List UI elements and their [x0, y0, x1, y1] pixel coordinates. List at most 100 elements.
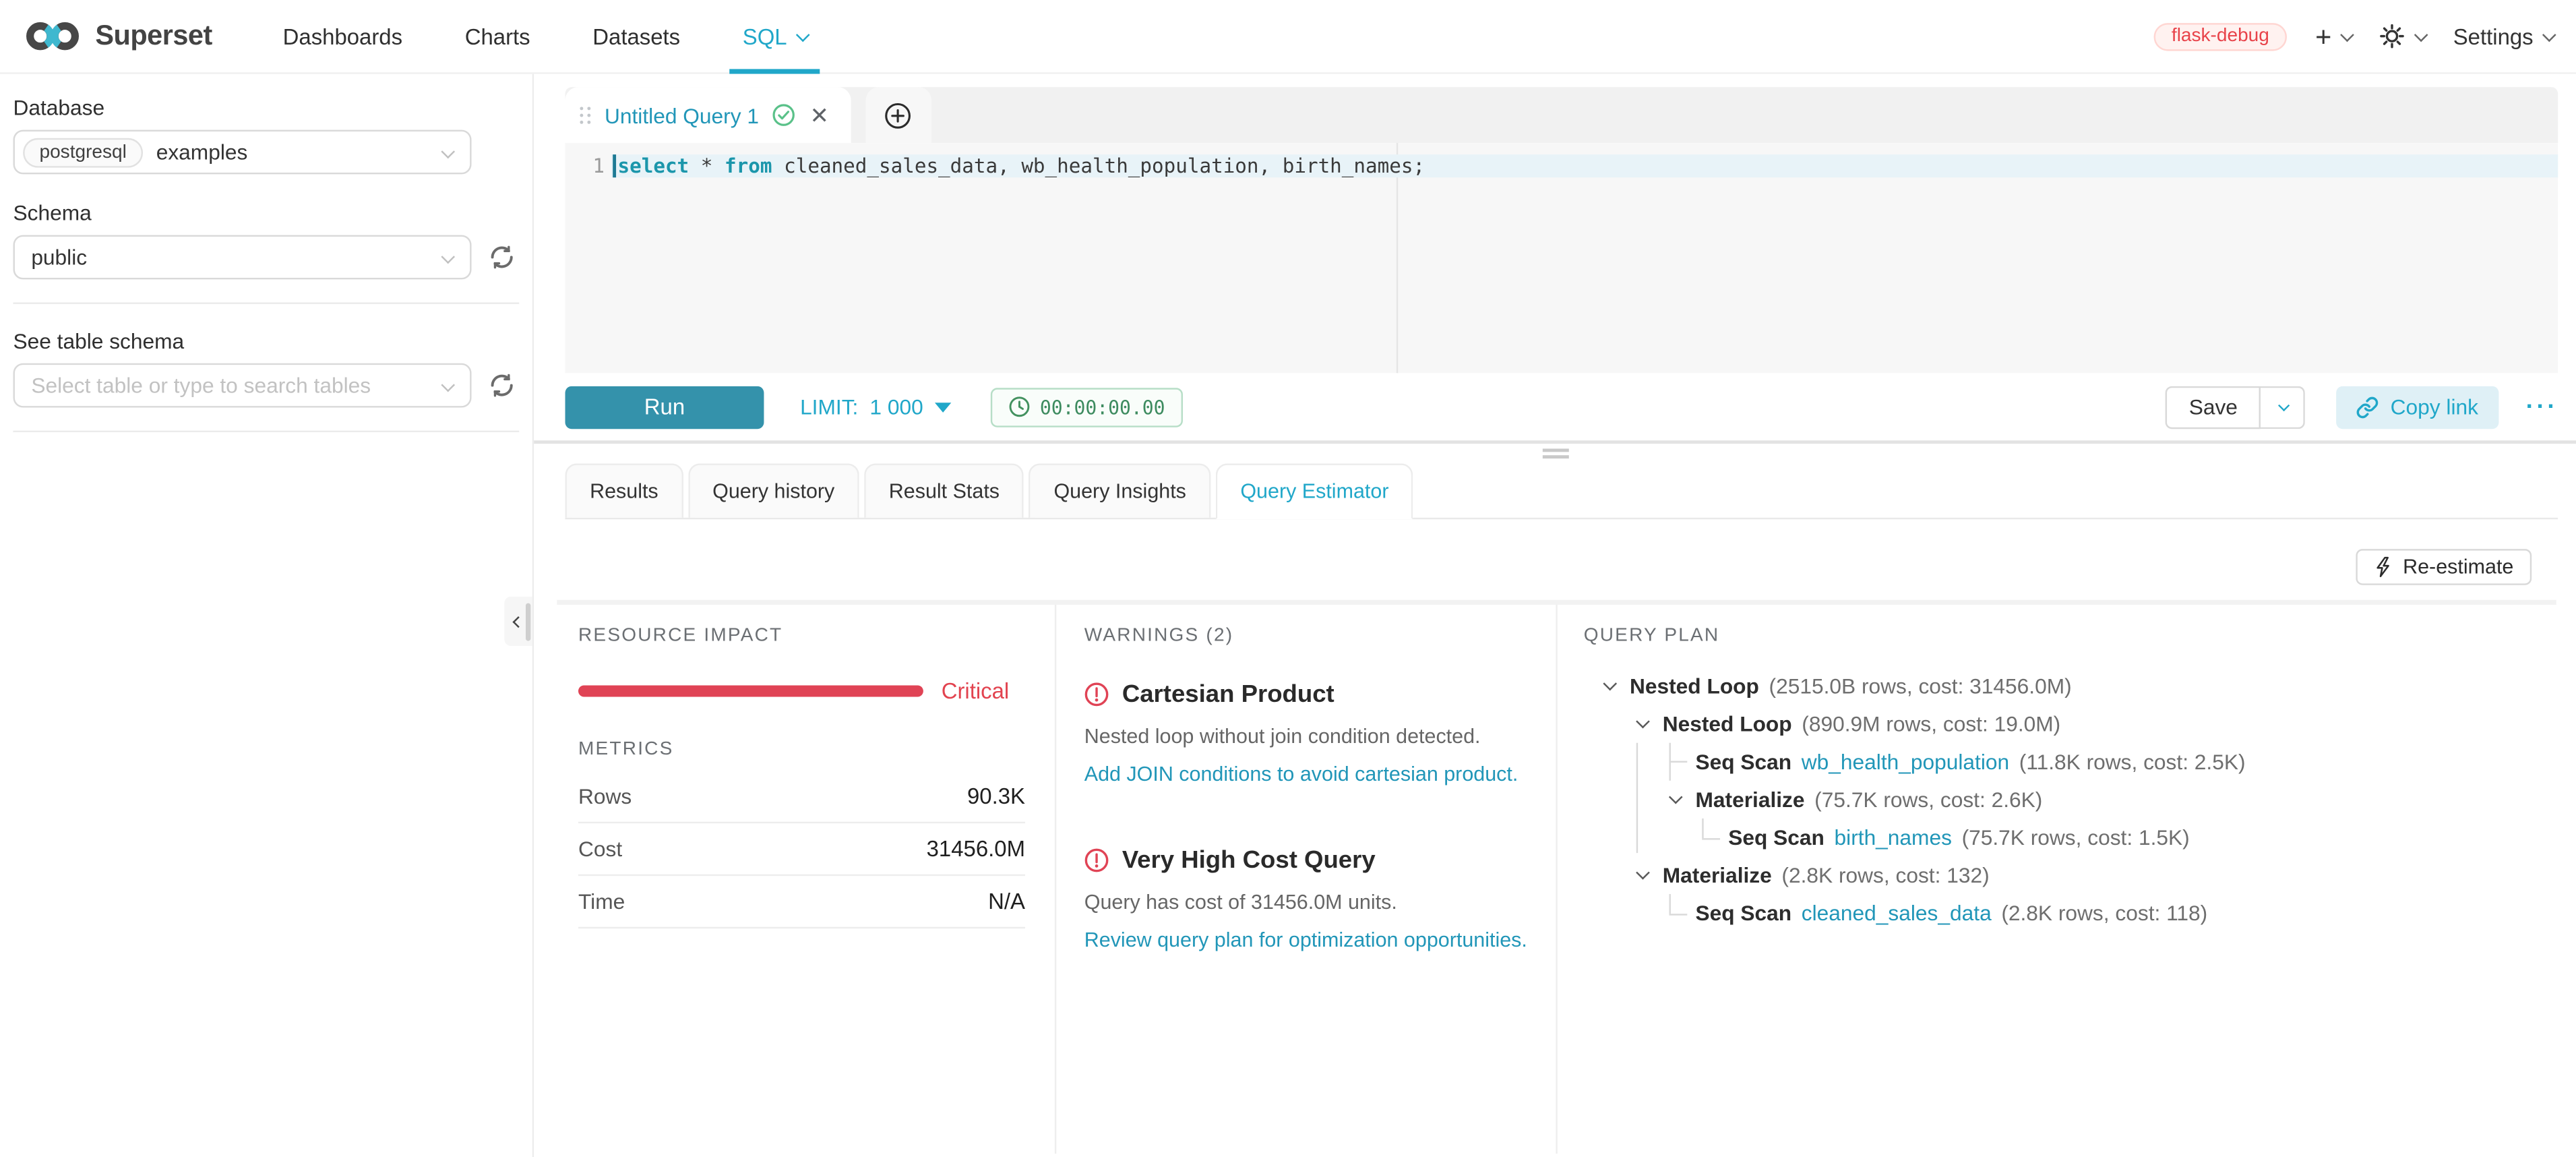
tree-guide-line [1636, 743, 1638, 853]
settings-menu[interactable]: Settings [2453, 24, 2553, 49]
impact-gauge: Critical [578, 679, 1025, 704]
warning-title: Very High Cost Query [1122, 846, 1376, 874]
chevron-down-icon [441, 250, 455, 264]
tree-guide-line [1702, 819, 1703, 838]
app: Superset Dashboards Charts Datasets SQL … [0, 0, 2576, 1157]
database-label: Database [13, 95, 532, 120]
warning-suggestion-link[interactable]: Review query plan for optimization oppor… [1084, 928, 1551, 951]
pane-splitter[interactable] [534, 440, 2576, 444]
chevron-down-icon[interactable] [1669, 790, 1683, 804]
chevron-down-icon[interactable] [1603, 677, 1617, 691]
query-plan-tree: Nested Loop (2515.0B rows, cost: 31456.0… [1584, 668, 2540, 932]
tab-results[interactable]: Results [565, 463, 683, 517]
plan-node: Nested Loop (890.9M rows, cost: 19.0M) [1584, 705, 2540, 743]
chevron-down-icon [441, 378, 455, 392]
plus-circle-icon [884, 101, 912, 129]
lightning-bolt-icon [2373, 556, 2391, 578]
caret-down-icon [935, 402, 951, 412]
print-margin-line [1397, 143, 1398, 373]
sync-icon [489, 245, 514, 270]
table-schema-label: See table schema [13, 329, 532, 354]
plan-node: Seq Scan birth_names (75.7K rows, cost: … [1584, 819, 2540, 856]
query-tab[interactable]: Untitled Query 1 ✕ [565, 87, 851, 143]
result-tabs: Results Query history Result Stats Query… [565, 463, 2558, 519]
query-tab-title: Untitled Query 1 [605, 102, 759, 127]
splitter-grip-icon[interactable] [1542, 448, 1568, 462]
chevron-down-icon [796, 28, 810, 42]
saved-check-icon [772, 104, 795, 127]
chevron-down-icon[interactable] [1636, 715, 1650, 729]
line-number: 1 [565, 154, 605, 177]
editor-toolbar: Run LIMIT: 1 000 00:00:00.00 [565, 373, 2558, 440]
limit-dropdown[interactable]: LIMIT: 1 000 [800, 394, 951, 419]
new-item-button[interactable]: + [2315, 22, 2351, 50]
close-tab-icon[interactable]: ✕ [808, 104, 830, 127]
limit-value: 1 000 [869, 394, 923, 419]
copy-link-label: Copy link [2391, 394, 2478, 419]
warning-description: Query has cost of 31456.0M units. [1084, 891, 1551, 914]
save-dropdown-button[interactable] [2261, 386, 2305, 428]
plan-table-link[interactable]: cleaned_sales_data [1802, 901, 1992, 926]
metric-row-rows: Rows 90.3K [578, 771, 1025, 823]
schema-select-value: public [23, 245, 87, 270]
query-timer: 00:00:00.00 [991, 387, 1184, 427]
tree-guide-line [1669, 914, 1688, 915]
plan-table-link[interactable]: wb_health_population [1802, 750, 2009, 775]
tree-guide-line [1702, 838, 1720, 839]
resource-impact-heading: RESOURCE IMPACT [578, 626, 1025, 646]
estimator-columns: RESOURCE IMPACT Critical METRICS Rows 90… [557, 600, 2556, 1154]
plan-table-link[interactable]: birth_names [1835, 825, 1952, 850]
sqllab-panel: Untitled Query 1 ✕ [534, 74, 2576, 1157]
warnings-heading: WARNINGS (2) [1084, 626, 1551, 646]
sidebar-scrollbar[interactable] [526, 603, 530, 641]
main-nav: Dashboards Charts Datasets SQL [251, 0, 838, 73]
tab-query-history[interactable]: Query history [688, 463, 859, 517]
nav-item-charts[interactable]: Charts [458, 0, 536, 73]
refresh-tables-button[interactable] [489, 373, 514, 398]
tab-query-estimator[interactable]: Query Estimator [1216, 463, 1413, 519]
tree-guide-line [1669, 894, 1671, 914]
warning-high-cost: Very High Cost Query Query has cost of 3… [1084, 846, 1551, 951]
table-select[interactable]: Select table or type to search tables [13, 363, 472, 408]
chevron-down-icon [2277, 400, 2289, 411]
schema-field: Schema public [0, 200, 532, 279]
reestimate-label: Re-estimate [2403, 556, 2513, 578]
refresh-schemas-button[interactable] [489, 245, 514, 270]
table-schema-field: See table schema Select table or type to… [0, 329, 532, 408]
timer-value: 00:00:00.00 [1040, 395, 1165, 418]
more-actions-button[interactable]: ··· [2526, 393, 2558, 421]
link-icon [2356, 395, 2379, 418]
brand[interactable]: Superset [23, 18, 212, 55]
metric-row-cost: Cost 31456.0M [578, 823, 1025, 876]
sql-code-editor[interactable]: 1 select * from cleaned_sales_data, wb_h… [565, 143, 2558, 373]
database-select[interactable]: postgresql examples [13, 130, 472, 175]
navbar-right: flask-debug + Settings [2153, 22, 2553, 50]
navbar: Superset Dashboards Charts Datasets SQL … [0, 0, 2576, 74]
run-button[interactable]: Run [565, 386, 764, 428]
sql-code-line: select * from cleaned_sales_data, wb_hea… [618, 154, 1425, 177]
chevron-down-icon [441, 145, 455, 159]
tree-guide-line [1669, 761, 1688, 763]
tab-result-stats[interactable]: Result Stats [864, 463, 1024, 517]
nav-item-datasets[interactable]: Datasets [586, 0, 687, 73]
plan-node: Materialize (2.8K rows, cost: 132) [1584, 856, 2540, 894]
tab-query-insights[interactable]: Query Insights [1029, 463, 1211, 517]
warning-cartesian-product: Cartesian Product Nested loop without jo… [1084, 680, 1551, 785]
save-button[interactable]: Save [2166, 386, 2261, 428]
warning-suggestion-link[interactable]: Add JOIN conditions to avoid cartesian p… [1084, 763, 1551, 785]
drag-handle-icon[interactable] [580, 106, 591, 124]
brand-name: Superset [95, 20, 212, 53]
chevron-left-icon [512, 616, 524, 627]
nav-item-dashboards[interactable]: Dashboards [276, 0, 409, 73]
schema-label: Schema [13, 200, 532, 225]
copy-link-button[interactable]: Copy link [2336, 386, 2498, 428]
chevron-down-icon[interactable] [1636, 866, 1650, 880]
schema-select[interactable]: public [13, 235, 472, 280]
metrics-list: Rows 90.3K Cost 31456.0M Time N/A [578, 771, 1025, 928]
plus-icon: + [2315, 22, 2331, 50]
nav-item-sql[interactable]: SQL [736, 0, 814, 73]
database-field: Database postgresql examples [0, 95, 532, 174]
theme-toggle-button[interactable] [2379, 23, 2425, 49]
new-query-tab-button[interactable] [865, 87, 931, 143]
reestimate-button[interactable]: Re-estimate [2355, 549, 2532, 585]
